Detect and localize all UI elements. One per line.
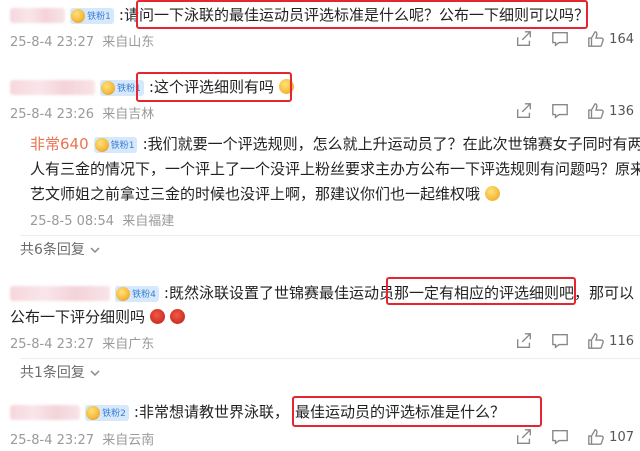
- comment-icon[interactable]: [551, 332, 569, 350]
- fan-level-badge: 铁粉4: [115, 285, 159, 302]
- share-icon[interactable]: [515, 102, 533, 120]
- username-blurred[interactable]: [10, 8, 65, 23]
- comment-icon[interactable]: [551, 102, 569, 120]
- fan-level-badge: 铁粉1: [93, 136, 138, 153]
- emoji-icon: [485, 186, 501, 201]
- comment-location: 来自山东: [102, 35, 155, 50]
- username[interactable]: 非常640: [30, 135, 89, 153]
- like-count: 136: [609, 103, 634, 119]
- comment-date: 25-8-4 23:27: [10, 337, 95, 352]
- comment-location: 来自广东: [102, 337, 155, 352]
- comment-text: :请问一下泳联的最佳运动员评选标准是什么呢？公布一下细则可以吗？: [118, 6, 589, 24]
- divider: [20, 358, 640, 359]
- like-button[interactable]: 164: [587, 30, 634, 48]
- fan-level-badge: 铁粉2: [85, 404, 129, 421]
- comment-date: 25-8-4 23:27: [10, 433, 95, 448]
- chevron-down-icon: [90, 247, 100, 254]
- share-icon[interactable]: [515, 428, 533, 446]
- thumbs-up-icon: [588, 31, 605, 47]
- badge-icon: [94, 137, 109, 152]
- share-icon[interactable]: [515, 30, 533, 48]
- badge-icon: [116, 286, 131, 301]
- comment-text-part-b: 最佳运动员的评选标准是什么？: [294, 403, 505, 421]
- comment-text-part-b: 那一定有相应的评选细则吧: [393, 284, 574, 302]
- emoji-icon: [279, 79, 295, 94]
- thumbs-up-icon: [588, 103, 605, 119]
- comment-date: 25-8-4 23:27: [10, 35, 95, 50]
- comment-icon[interactable]: [551, 428, 569, 446]
- view-replies-link[interactable]: 共6条回复: [20, 239, 101, 259]
- fan-level-badge: 铁粉1: [70, 7, 114, 24]
- comment-date: 25-8-4 23:26: [10, 107, 95, 122]
- emoji-icon: [150, 309, 166, 324]
- thumbs-up-icon: [588, 333, 605, 349]
- fan-level-badge: 铁粉1: [100, 79, 144, 96]
- comment-text-line-2: 公布一下评分细则吗: [10, 308, 146, 326]
- comment-text-part-a: :非常想请教世界泳联，: [133, 403, 289, 421]
- like-button[interactable]: 116: [587, 332, 634, 350]
- comment-text-line-3: 艺文师姐之前拿过三金的时候也没评上啊，那建议你们也一起维权哦: [30, 185, 481, 203]
- badge-icon: [86, 405, 101, 420]
- view-replies-link[interactable]: 共1条回复: [20, 362, 101, 382]
- username-blurred[interactable]: [10, 405, 80, 420]
- thumbs-up-icon: [588, 429, 605, 445]
- like-count: 164: [609, 31, 634, 47]
- like-count: 107: [609, 429, 634, 445]
- username-blurred[interactable]: [10, 80, 95, 95]
- comment-text: :这个评选细则有吗: [148, 78, 274, 96]
- chevron-down-icon: [90, 370, 100, 377]
- like-count: 116: [609, 333, 634, 349]
- share-icon[interactable]: [515, 332, 533, 350]
- username-blurred[interactable]: [10, 286, 110, 301]
- comment-date: 25-8-5 08:54: [30, 214, 115, 229]
- divider: [20, 235, 640, 236]
- comment-text-part-c: ，那可以: [574, 284, 635, 302]
- comment-location: 来自云南: [102, 433, 155, 448]
- emoji-icon: [170, 309, 186, 324]
- comment-icon[interactable]: [551, 30, 569, 48]
- comment-text-line-2: 人有三金的情况下，一个评上了一个没评上粉丝要求主办方公布一下评选规则有问题吗？原…: [30, 160, 640, 178]
- like-button[interactable]: 136: [587, 102, 634, 120]
- badge-icon: [101, 80, 116, 95]
- comment-location: 来自吉林: [102, 107, 155, 122]
- comment-location: 来自福建: [122, 214, 175, 229]
- comment-text-line-1: :我们就要一个评选规则，怎么就上升运动员了？在此次世锦赛女子同时有两个: [142, 135, 640, 153]
- like-button[interactable]: 107: [587, 428, 634, 446]
- comment-text-part-a: :既然泳联设置了世锦赛最佳运动员: [163, 284, 394, 302]
- badge-icon: [71, 8, 86, 23]
